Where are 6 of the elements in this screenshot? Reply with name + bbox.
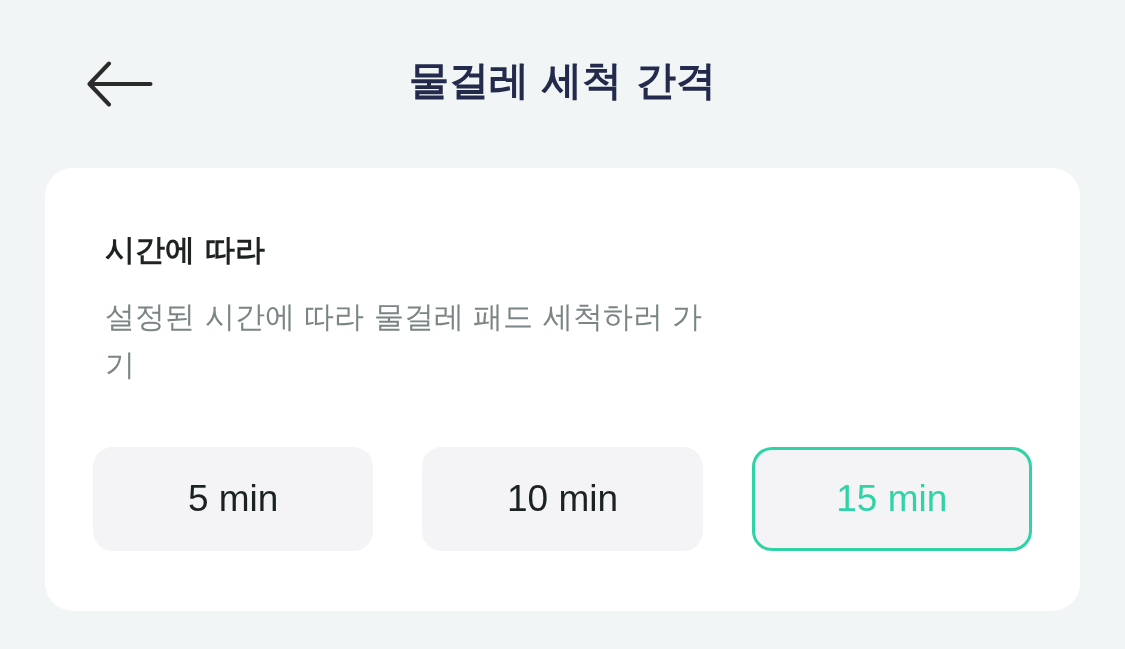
interval-option-button[interactable]: 10 min — [422, 447, 703, 551]
back-arrow-icon[interactable] — [87, 61, 153, 107]
interval-option-button[interactable]: 5 min — [93, 447, 374, 551]
section-title: 시간에 따라 — [105, 231, 266, 269]
page-title: 물걸레 세척 간격 — [408, 57, 717, 103]
section-description: 설정된 시간에 따라 물걸레 패드 세척하러 가기 — [105, 298, 704, 384]
